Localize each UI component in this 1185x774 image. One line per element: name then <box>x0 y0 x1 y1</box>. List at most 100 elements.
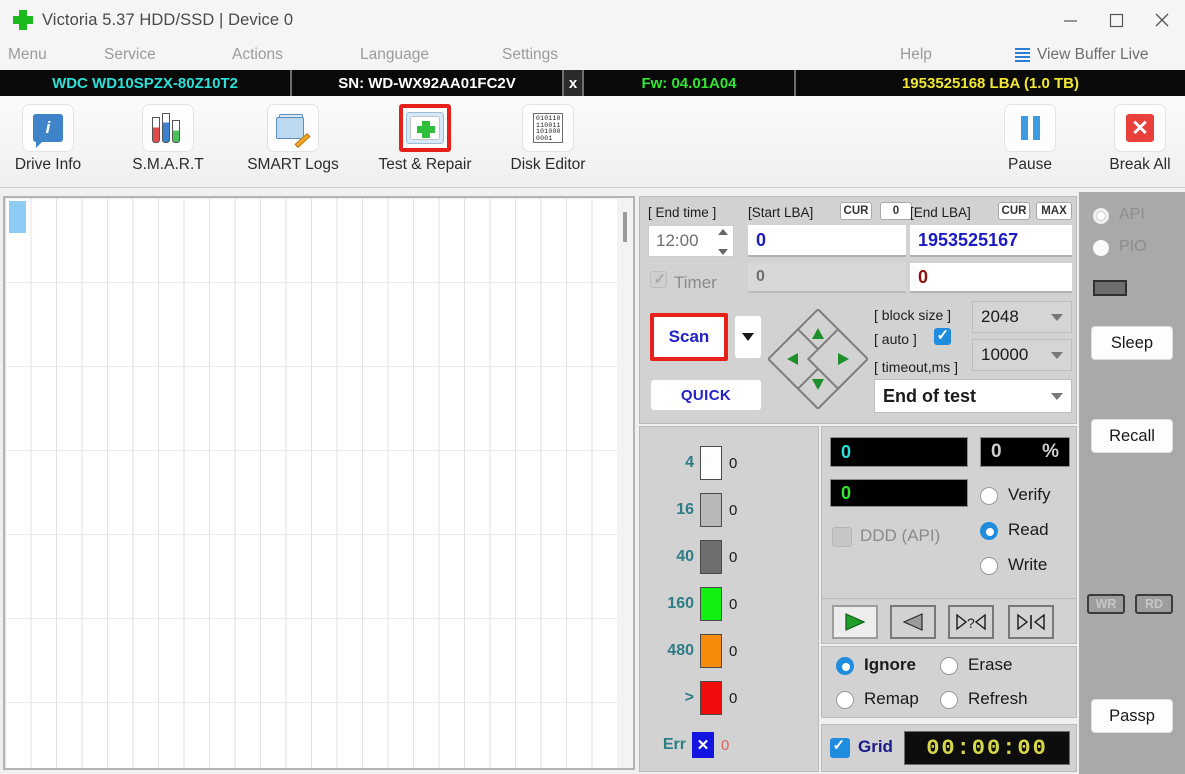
end-lba-label: [End LBA] <box>910 205 971 220</box>
end-lba-max-button[interactable]: MAX <box>1036 202 1072 220</box>
passport-button[interactable]: Passp <box>1091 699 1173 733</box>
title-bar: Victoria 5.37 HDD/SSD | Device 0 <box>0 0 1185 40</box>
view-buffer-live-button[interactable]: View Buffer Live <box>1015 40 1148 70</box>
sleep-button[interactable]: Sleep <box>1091 326 1173 360</box>
info-icon: i <box>22 104 74 152</box>
drive-model: WDC WD10SPZX-80Z10T2 <box>0 70 292 96</box>
radio-verify[interactable] <box>980 487 998 505</box>
menu-item-menu[interactable]: Menu <box>8 40 47 70</box>
legend-swatch <box>700 634 722 668</box>
play-back-button[interactable] <box>890 605 936 639</box>
timeout-select[interactable]: 10000 <box>972 339 1072 371</box>
seek-query-button[interactable]: ? <box>948 605 994 639</box>
legend-row: 40 0 <box>640 537 820 577</box>
end-lba-secondary[interactable]: 0 <box>910 263 1072 293</box>
playback-buttons-panel: ? <box>821 598 1077 644</box>
end-lba-cur-button[interactable]: CUR <box>998 202 1030 220</box>
surface-block-grid[interactable] <box>5 198 617 768</box>
rd-indicator[interactable]: RD <box>1135 594 1173 614</box>
seek-end-button[interactable] <box>1008 605 1054 639</box>
menu-item-actions[interactable]: Actions <box>232 40 283 70</box>
chevron-down-icon <box>1051 314 1063 321</box>
menu-item-language[interactable]: Language <box>360 40 429 70</box>
radio-ignore[interactable] <box>836 657 854 675</box>
toolbar-button-pause[interactable]: Pause <box>982 104 1078 182</box>
status-indicator-chip <box>1093 280 1127 296</box>
menu-item-settings[interactable]: Settings <box>502 40 558 70</box>
red-x-icon: ✕ <box>1114 104 1166 152</box>
radio-read[interactable] <box>980 522 998 540</box>
legend-swatch <box>700 540 722 574</box>
legend-threshold: 4 <box>685 454 694 471</box>
scan-button[interactable]: Scan <box>650 313 728 361</box>
legend-swatch <box>700 587 722 621</box>
toolbar-button-test-repair[interactable]: Test & Repair <box>377 104 473 182</box>
toolbar-button-smart[interactable]: S.M.A.R.T <box>120 104 216 182</box>
legend-threshold: > <box>684 689 694 706</box>
grid-checkbox[interactable] <box>830 736 850 758</box>
end-time-label: [ End time ] <box>648 205 717 220</box>
start-lba-zero-button[interactable]: 0 <box>880 202 912 220</box>
start-lba-secondary[interactable]: 0 <box>748 263 906 293</box>
map-scrollbar-thumb[interactable] <box>623 212 627 242</box>
start-lba-cur-button[interactable]: CUR <box>840 202 872 220</box>
defect-action-panel: Ignore Erase Remap Refresh <box>821 646 1077 718</box>
menu-item-help[interactable]: Help <box>900 40 932 70</box>
end-time-input[interactable]: 12:00 <box>648 225 734 257</box>
toolbar-label-smart: S.M.A.R.T <box>132 156 204 173</box>
end-time-value: 12:00 <box>656 231 699 250</box>
start-lba-input[interactable]: 0 <box>748 225 906 257</box>
chevron-down-icon <box>1051 393 1063 400</box>
radio-ignore-label: Ignore <box>864 655 916 674</box>
radio-refresh[interactable] <box>940 691 958 709</box>
progress-percent-box: 0 % <box>980 437 1070 467</box>
menu-item-service[interactable]: Service <box>104 40 156 70</box>
close-button[interactable] <box>1139 0 1185 40</box>
legend-count: 0 <box>729 642 738 660</box>
legend-error-count: 0 <box>721 736 730 754</box>
end-lba-input[interactable]: 1953525167 <box>910 225 1072 257</box>
block-size-select[interactable]: 2048 <box>972 301 1072 333</box>
drive-capacity: 1953525168 LBA (1.0 TB) <box>796 70 1185 96</box>
radio-pio[interactable] <box>1093 240 1109 256</box>
toolbar-button-disk-editor[interactable]: 010110 110011 101000 0001 Disk Editor <box>500 104 596 182</box>
pause-icon <box>1004 104 1056 152</box>
play-forward-button[interactable] <box>832 605 878 639</box>
drive-serial: SN: WD-WX92AA01FC2V <box>292 70 564 96</box>
auto-label: [ auto ] <box>874 331 917 347</box>
wr-indicator[interactable]: WR <box>1087 594 1125 614</box>
maximize-button[interactable] <box>1093 0 1139 40</box>
green-cross-icon <box>12 9 34 31</box>
end-of-test-select[interactable]: End of test <box>874 379 1072 413</box>
legend-row-error: Err ✕ 0 <box>640 725 820 765</box>
error-x-icon: ✕ <box>692 732 714 758</box>
toolbar-button-drive-info[interactable]: i Drive Info <box>0 104 96 182</box>
map-scrollbar[interactable] <box>617 198 633 768</box>
radio-remap[interactable] <box>836 691 854 709</box>
radio-erase[interactable] <box>940 657 958 675</box>
end-time-spinner[interactable] <box>716 229 730 255</box>
drive-info-bar: WDC WD10SPZX-80Z10T2 SN: WD-WX92AA01FC2V… <box>0 70 1185 96</box>
drive-close-icon[interactable]: x <box>564 70 584 96</box>
timer-checkbox[interactable] <box>650 270 667 288</box>
quick-button[interactable]: QUICK <box>650 379 762 411</box>
scan-status-panel: 0 0 % 0 DDD (API) Verify Read Write <box>821 426 1077 602</box>
legend-row: 16 0 <box>640 490 820 530</box>
radio-pio-label: PIO <box>1119 238 1147 255</box>
auto-checkbox[interactable] <box>934 326 951 345</box>
recall-button[interactable]: Recall <box>1091 419 1173 453</box>
toolbar-button-smart-logs[interactable]: SMART Logs <box>245 104 341 182</box>
toolbar-button-break-all[interactable]: ✕ Break All <box>1092 104 1185 182</box>
toolbar-label-pause: Pause <box>1008 156 1052 173</box>
radio-api[interactable] <box>1093 208 1109 224</box>
drive-firmware: Fw: 04.01A04 <box>584 70 796 96</box>
elapsed-time-display: 00:00:00 <box>904 731 1070 765</box>
menu-bar: Menu Service Actions Language Settings H… <box>0 40 1185 70</box>
legend-swatch <box>700 681 722 715</box>
scan-dropdown-button[interactable] <box>734 315 762 359</box>
radio-write[interactable] <box>980 557 998 575</box>
grid-label: Grid <box>858 737 893 756</box>
ddd-api-checkbox[interactable] <box>832 527 852 547</box>
direction-pad[interactable] <box>766 307 870 411</box>
minimize-button[interactable] <box>1047 0 1093 40</box>
